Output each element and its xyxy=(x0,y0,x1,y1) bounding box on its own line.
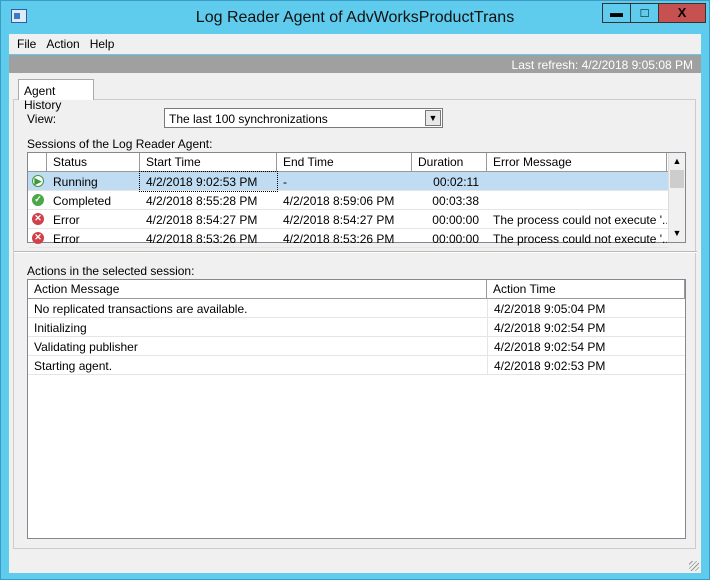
cell-start: 4/2/2018 8:55:28 PM xyxy=(146,194,258,208)
actions-grid[interactable]: Action Message Action Time No replicated t… xyxy=(27,279,686,539)
cell-duration: 00:02:11 xyxy=(433,175,479,189)
cell-end: - xyxy=(283,175,287,189)
sessions-header: Status Start Time End Time Duration Error Me… xyxy=(28,153,668,172)
cell-time: 4/2/2018 9:02:54 PM xyxy=(487,337,685,356)
error-icon: ✕ xyxy=(32,213,44,225)
cell-message: Validating publisher xyxy=(34,340,138,354)
action-row[interactable]: No replicated transactions are available… xyxy=(28,299,685,318)
cell-end: 4/2/2018 8:59:06 PM xyxy=(283,194,395,208)
sessions-label: Sessions of the Log Reader Agent: xyxy=(27,137,213,151)
scrollbar[interactable]: ▲ ▼ xyxy=(668,153,685,242)
view-select[interactable]: The last 100 synchronizations ▼ xyxy=(164,108,443,128)
column-header[interactable]: Error Message xyxy=(487,153,667,171)
cell-message: Initializing xyxy=(34,321,87,335)
actions-header: Action Message Action Time xyxy=(28,280,685,299)
tab-agent-history[interactable]: Agent History xyxy=(18,79,94,112)
scroll-down-icon[interactable]: ▼ xyxy=(669,225,685,242)
divider xyxy=(14,251,697,253)
view-selected: The last 100 synchronizations xyxy=(169,112,328,126)
menu-file[interactable]: File xyxy=(9,34,36,51)
cell-error xyxy=(487,172,667,191)
close-button[interactable]: X xyxy=(658,3,706,23)
column-header[interactable]: Status xyxy=(47,153,140,171)
cell-status: Completed xyxy=(53,194,112,208)
completed-icon: ✓ xyxy=(32,194,44,206)
running-icon: ▶ xyxy=(32,175,44,187)
cell-message: No replicated transactions are available… xyxy=(34,302,248,316)
cell-error xyxy=(487,191,667,210)
error-icon: ✕ xyxy=(32,232,44,244)
chevron-down-icon[interactable]: ▼ xyxy=(425,110,441,126)
cell-start: 4/2/2018 8:54:27 PM xyxy=(146,213,258,227)
column-header[interactable] xyxy=(28,153,47,171)
cell-time: 4/2/2018 9:02:53 PM xyxy=(487,356,685,375)
menu-help[interactable]: Help xyxy=(82,34,115,51)
session-row[interactable]: ✓ Completed 4/2/2018 8:55:28 PM 4/2/2018 8:… xyxy=(28,191,668,210)
column-header[interactable]: Action Message xyxy=(28,280,487,298)
cell-error: The process could not execute '... xyxy=(493,232,667,246)
cell-time: 4/2/2018 9:05:04 PM xyxy=(487,299,685,318)
session-row[interactable]: ✕ Error 4/2/2018 8:53:26 PM 4/2/2018 8:53:2… xyxy=(28,229,668,248)
cell-start: 4/2/2018 9:02:53 PM xyxy=(139,171,278,192)
cell-end: 4/2/2018 8:54:27 PM xyxy=(283,213,395,227)
column-header[interactable]: Start Time xyxy=(140,153,277,171)
cell-duration: 00:00:00 xyxy=(432,213,479,227)
view-label: View: xyxy=(27,112,57,126)
column-header[interactable]: End Time xyxy=(277,153,412,171)
last-refresh: Last refresh: 4/2/2018 9:05:08 PM xyxy=(9,55,701,73)
cell-status: Error xyxy=(53,213,80,227)
maximize-button[interactable]: □ xyxy=(630,3,659,23)
column-header[interactable]: Action Time xyxy=(487,280,685,298)
session-row[interactable]: ▶ Running 4/2/2018 9:02:53 PM - 00:02:11 xyxy=(28,171,668,192)
action-row[interactable]: Validating publisher 4/2/2018 9:02:54 PM xyxy=(28,337,685,356)
resize-grip[interactable] xyxy=(689,561,699,571)
cell-start: 4/2/2018 8:53:26 PM xyxy=(146,232,258,246)
tab-panel: View: The last 100 synchronizations ▼ Ses… xyxy=(13,99,697,549)
cell-status: Error xyxy=(53,232,80,246)
cell-error: The process could not execute '... xyxy=(493,213,667,227)
scroll-up-icon[interactable]: ▲ xyxy=(669,153,685,170)
sessions-grid[interactable]: ▲ ▼ Status Start Time End Time Duration Erro… xyxy=(27,152,686,248)
cell-time: 4/2/2018 9:02:54 PM xyxy=(487,318,685,337)
cell-duration: 00:03:38 xyxy=(432,194,479,208)
cell-status: Running xyxy=(53,175,98,189)
action-row[interactable]: Starting agent. 4/2/2018 9:02:53 PM xyxy=(28,356,685,375)
cell-duration: 00:00:00 xyxy=(432,232,479,246)
cell-end: 4/2/2018 8:53:26 PM xyxy=(283,232,395,246)
scroll-thumb[interactable] xyxy=(670,170,684,188)
session-row[interactable]: ✕ Error 4/2/2018 8:54:27 PM 4/2/2018 8:54:2… xyxy=(28,210,668,229)
cell-message: Starting agent. xyxy=(34,359,113,373)
menu-bar: File Action Help xyxy=(9,34,701,54)
window: Log Reader Agent of AdvWorksProductTrans… xyxy=(0,0,710,580)
content: Agent History View: The last 100 synchro… xyxy=(9,73,701,573)
actions-label: Actions in the selected session: xyxy=(27,264,195,278)
menu-action[interactable]: Action xyxy=(38,34,79,51)
action-row[interactable]: Initializing 4/2/2018 9:02:54 PM xyxy=(28,318,685,337)
title-bar[interactable]: Log Reader Agent of AdvWorksProductTrans… xyxy=(1,1,709,34)
minimize-button[interactable]: ▬ xyxy=(602,3,631,23)
column-header[interactable]: Duration xyxy=(412,153,487,171)
